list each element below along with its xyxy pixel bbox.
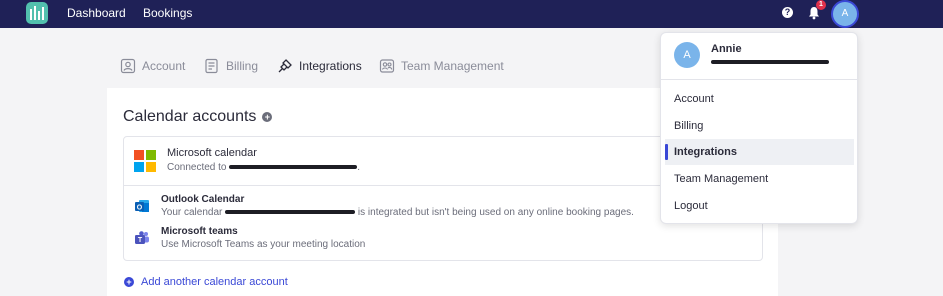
outlook-calendar-desc: Your calendar is integrated but isn't be…	[161, 207, 634, 218]
microsoft-teams-row[interactable]: T Microsoft teams Use Microsoft Teams as…	[134, 226, 534, 252]
svg-text:O: O	[137, 204, 143, 211]
calendar-accounts-heading: Calendar accounts +	[123, 108, 273, 126]
outlook-icon: O	[135, 200, 149, 212]
outlook-desc-prefix: Your calendar	[161, 207, 223, 218]
app-logo-icon[interactable]	[26, 2, 48, 24]
add-calendar-plus-icon[interactable]: +	[262, 112, 273, 122]
add-calendar-account-label: Add another calendar account	[141, 276, 288, 288]
connected-prefix: Connected to	[167, 162, 227, 173]
microsoft-teams-desc: Use Microsoft Teams as your meeting loca…	[161, 239, 366, 250]
tab-billing-label: Billing	[226, 59, 259, 73]
notification-badge: 1	[816, 0, 826, 10]
team-icon	[379, 59, 395, 73]
menu-item-integrations[interactable]: Integrations	[665, 139, 854, 165]
tab-billing[interactable]: Billing	[204, 58, 258, 74]
menu-item-team-management[interactable]: Team Management	[665, 166, 854, 192]
nav-bookings-link[interactable]: Bookings	[143, 6, 192, 20]
menu-item-logout[interactable]: Logout	[665, 193, 854, 219]
outlook-calendar-title: Outlook Calendar	[161, 194, 245, 205]
redacted-email	[711, 60, 829, 64]
redacted-email	[225, 210, 356, 215]
tab-team-management[interactable]: Team Management	[379, 58, 504, 74]
top-navbar: Dashboard Bookings ? 1 A	[0, 0, 943, 28]
microsoft-logo-icon	[134, 150, 156, 172]
tab-account-label: Account	[142, 59, 186, 73]
calendar-accounts-title: Calendar accounts	[123, 108, 257, 125]
dropdown-user-name: Annie	[711, 43, 742, 55]
add-circle-icon: +	[124, 277, 134, 287]
dropdown-user-email	[711, 60, 829, 64]
plug-icon	[278, 59, 292, 73]
tab-integrations[interactable]: Integrations	[277, 58, 362, 74]
outlook-desc-suffix: is integrated but isn't being used on an…	[357, 207, 634, 218]
account-icon	[120, 58, 136, 74]
microsoft-teams-icon: T	[135, 231, 149, 244]
dropdown-divider	[661, 79, 857, 80]
dropdown-avatar: A	[674, 42, 700, 68]
help-icon[interactable]: ?	[782, 7, 793, 18]
nav-dashboard-link[interactable]: Dashboard	[67, 6, 126, 20]
connected-status: Connected to .	[167, 162, 361, 173]
svg-text:T: T	[138, 237, 143, 244]
menu-item-billing[interactable]: Billing	[665, 113, 854, 139]
menu-item-account[interactable]: Account	[665, 86, 854, 112]
add-calendar-account-link[interactable]: + Add another calendar account	[124, 276, 288, 288]
user-dropdown-menu: A Annie Account Billing Integrations Tea…	[660, 32, 858, 224]
redacted-email	[229, 165, 358, 170]
tab-integrations-label: Integrations	[299, 59, 362, 73]
microsoft-calendar-name: Microsoft calendar	[167, 147, 257, 159]
microsoft-teams-title: Microsoft teams	[161, 226, 238, 237]
user-avatar-button[interactable]: A	[831, 0, 859, 28]
billing-icon	[205, 58, 218, 74]
tab-team-management-label: Team Management	[401, 59, 504, 73]
tab-account[interactable]: Account	[120, 58, 185, 74]
